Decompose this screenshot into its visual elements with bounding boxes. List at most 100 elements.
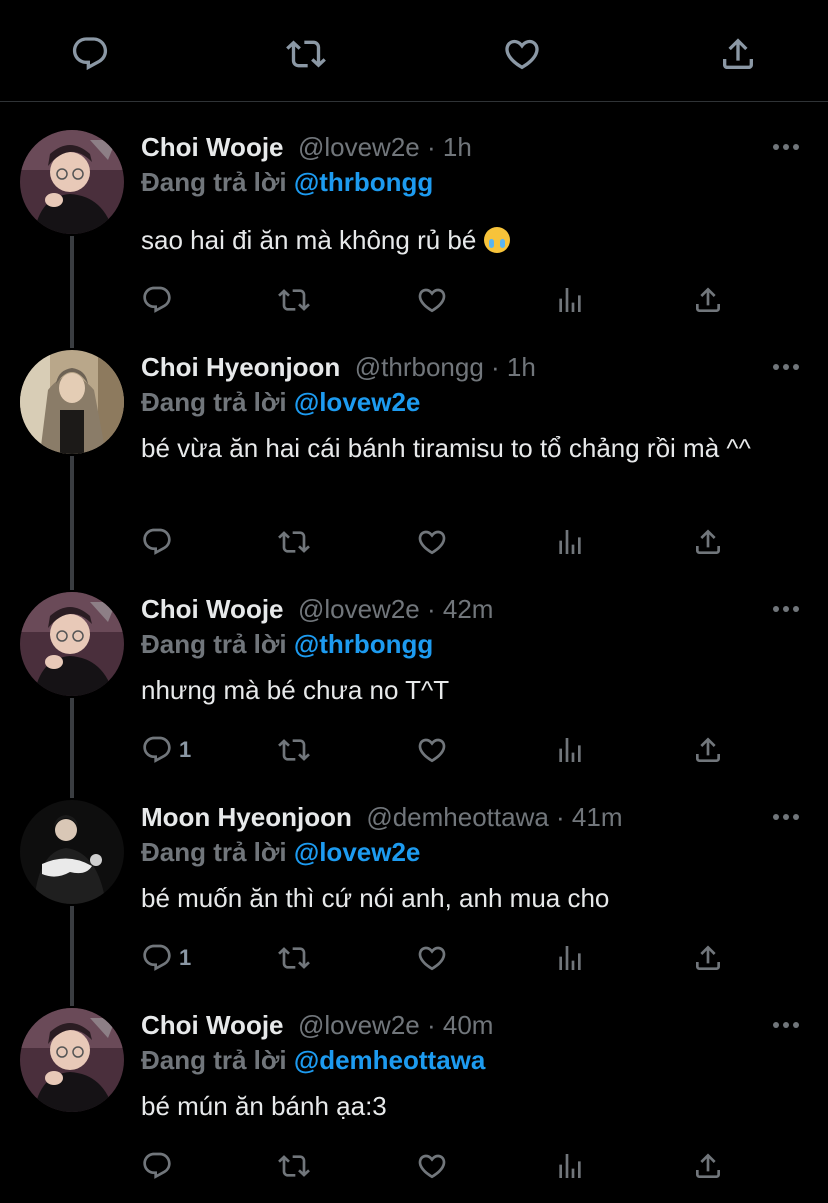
reply-button[interactable]	[141, 1148, 179, 1184]
views-button[interactable]	[554, 282, 586, 318]
replying-to: Đang trả lời @thrbongg	[141, 165, 433, 199]
avatar[interactable]	[20, 1008, 124, 1112]
share-button[interactable]	[692, 732, 724, 768]
tweet-actions: 1	[141, 940, 741, 976]
tweet-text: bé mún ăn bánh ạa:3	[141, 1088, 801, 1124]
more-options-icon[interactable]	[772, 142, 800, 152]
handle-time: @demheottawa · 41m	[366, 802, 623, 832]
retweet-button[interactable]	[278, 524, 310, 560]
replying-to: Đang trả lời @demheottawa	[141, 1043, 485, 1077]
reply-button[interactable]: 1	[141, 732, 191, 768]
replying-to: Đang trả lời @lovew2e	[141, 835, 420, 869]
reply-button[interactable]: 1	[141, 940, 191, 976]
views-button[interactable]	[554, 1148, 586, 1184]
views-icon	[554, 942, 586, 974]
share-button[interactable]	[692, 940, 724, 976]
author-line: Choi Wooje @lovew2e · 1h	[141, 130, 472, 164]
tweet[interactable]: Moon Hyeonjoon @demheottawa · 41m Đang t…	[0, 800, 828, 990]
reply-button[interactable]	[141, 282, 179, 318]
views-button[interactable]	[554, 940, 586, 976]
reply-icon	[141, 284, 173, 316]
like-icon[interactable]	[502, 34, 542, 74]
views-icon	[554, 284, 586, 316]
retweet-icon[interactable]	[286, 34, 326, 74]
tweet-text: bé vừa ăn hai cái bánh tiramisu to tổ ch…	[141, 430, 781, 466]
display-name[interactable]: Choi Hyeonjoon	[141, 352, 340, 382]
retweet-icon	[278, 942, 310, 974]
handle-time: @lovew2e · 1h	[297, 132, 472, 162]
views-button[interactable]	[554, 524, 586, 560]
avatar[interactable]	[20, 592, 124, 696]
like-icon	[416, 526, 448, 558]
share-icon	[692, 1150, 724, 1182]
mention-link[interactable]: @lovew2e	[294, 387, 421, 417]
replying-to-label: Đang trả lời	[141, 1045, 287, 1075]
tweet[interactable]: Choi Wooje @lovew2e · 1h Đang trả lời @t…	[0, 130, 828, 330]
tweet-text: sao hai đi ăn mà không rủ bé	[141, 222, 801, 258]
display-name[interactable]: Choi Wooje	[141, 594, 284, 624]
reply-icon	[141, 1150, 173, 1182]
tweet-text: nhưng mà bé chưa no T^T	[141, 672, 801, 708]
share-icon	[692, 942, 724, 974]
display-name[interactable]: Choi Wooje	[141, 132, 284, 162]
share-button[interactable]	[692, 282, 724, 318]
tweet-text-content: bé vừa ăn hai cái bánh tiramisu to tổ ch…	[141, 433, 751, 463]
mention-link[interactable]: @thrbongg	[294, 629, 433, 659]
handle-time: @lovew2e · 42m	[297, 594, 494, 624]
display-name[interactable]: Choi Wooje	[141, 1010, 284, 1040]
like-button[interactable]	[416, 1148, 448, 1184]
tweet-text-content: sao hai đi ăn mà không rủ bé	[141, 225, 477, 255]
tweet[interactable]: Choi Hyeonjoon @thrbongg · 1h Đang trả l…	[0, 350, 828, 570]
more-options-icon[interactable]	[772, 604, 800, 614]
more-options-icon[interactable]	[772, 362, 800, 372]
like-button[interactable]	[416, 524, 448, 560]
reply-icon	[141, 526, 173, 558]
like-button[interactable]	[416, 940, 448, 976]
more-options-icon[interactable]	[772, 812, 800, 822]
tweet-actions: 1	[141, 732, 741, 768]
retweet-button[interactable]	[278, 940, 310, 976]
handle-time: @lovew2e · 40m	[297, 1010, 494, 1040]
retweet-icon	[278, 734, 310, 766]
author-line: Choi Wooje @lovew2e · 40m	[141, 1008, 493, 1042]
replying-to: Đang trả lời @thrbongg	[141, 627, 433, 661]
share-icon[interactable]	[718, 34, 758, 74]
share-icon	[692, 734, 724, 766]
tweet[interactable]: Choi Wooje @lovew2e · 40m Đang trả lời @…	[0, 1008, 828, 1198]
avatar[interactable]	[20, 350, 124, 454]
retweet-button[interactable]	[278, 1148, 310, 1184]
like-icon	[416, 942, 448, 974]
avatar[interactable]	[20, 130, 124, 234]
mention-link[interactable]: @thrbongg	[294, 167, 433, 197]
tweet-actions	[141, 282, 741, 318]
reply-button[interactable]	[141, 524, 179, 560]
display-name[interactable]: Moon Hyeonjoon	[141, 802, 352, 832]
tweet-actions	[141, 524, 741, 560]
retweet-icon	[278, 526, 310, 558]
top-action-bar	[0, 0, 828, 102]
tweet-text-content: nhưng mà bé chưa no T^T	[141, 675, 450, 705]
tweet-actions	[141, 1148, 741, 1184]
reply-count: 1	[179, 945, 192, 970]
like-button[interactable]	[416, 732, 448, 768]
retweet-button[interactable]	[278, 282, 310, 318]
views-button[interactable]	[554, 732, 586, 768]
mention-link[interactable]: @demheottawa	[294, 1045, 486, 1075]
handle-time: @thrbongg · 1h	[354, 352, 536, 382]
reply-icon[interactable]	[70, 34, 110, 74]
like-icon	[416, 1150, 448, 1182]
reply-icon	[141, 942, 173, 974]
author-line: Choi Hyeonjoon @thrbongg · 1h	[141, 350, 536, 384]
more-options-icon[interactable]	[772, 1020, 800, 1030]
share-button[interactable]	[692, 524, 724, 560]
retweet-button[interactable]	[278, 732, 310, 768]
mention-link[interactable]: @lovew2e	[294, 837, 421, 867]
replying-to: Đang trả lời @lovew2e	[141, 385, 420, 419]
views-icon	[554, 526, 586, 558]
avatar[interactable]	[20, 800, 124, 904]
retweet-icon	[278, 284, 310, 316]
share-button[interactable]	[692, 1148, 724, 1184]
tweet[interactable]: Choi Wooje @lovew2e · 42m Đang trả lời @…	[0, 592, 828, 782]
like-button[interactable]	[416, 282, 448, 318]
replying-to-label: Đang trả lời	[141, 837, 287, 867]
